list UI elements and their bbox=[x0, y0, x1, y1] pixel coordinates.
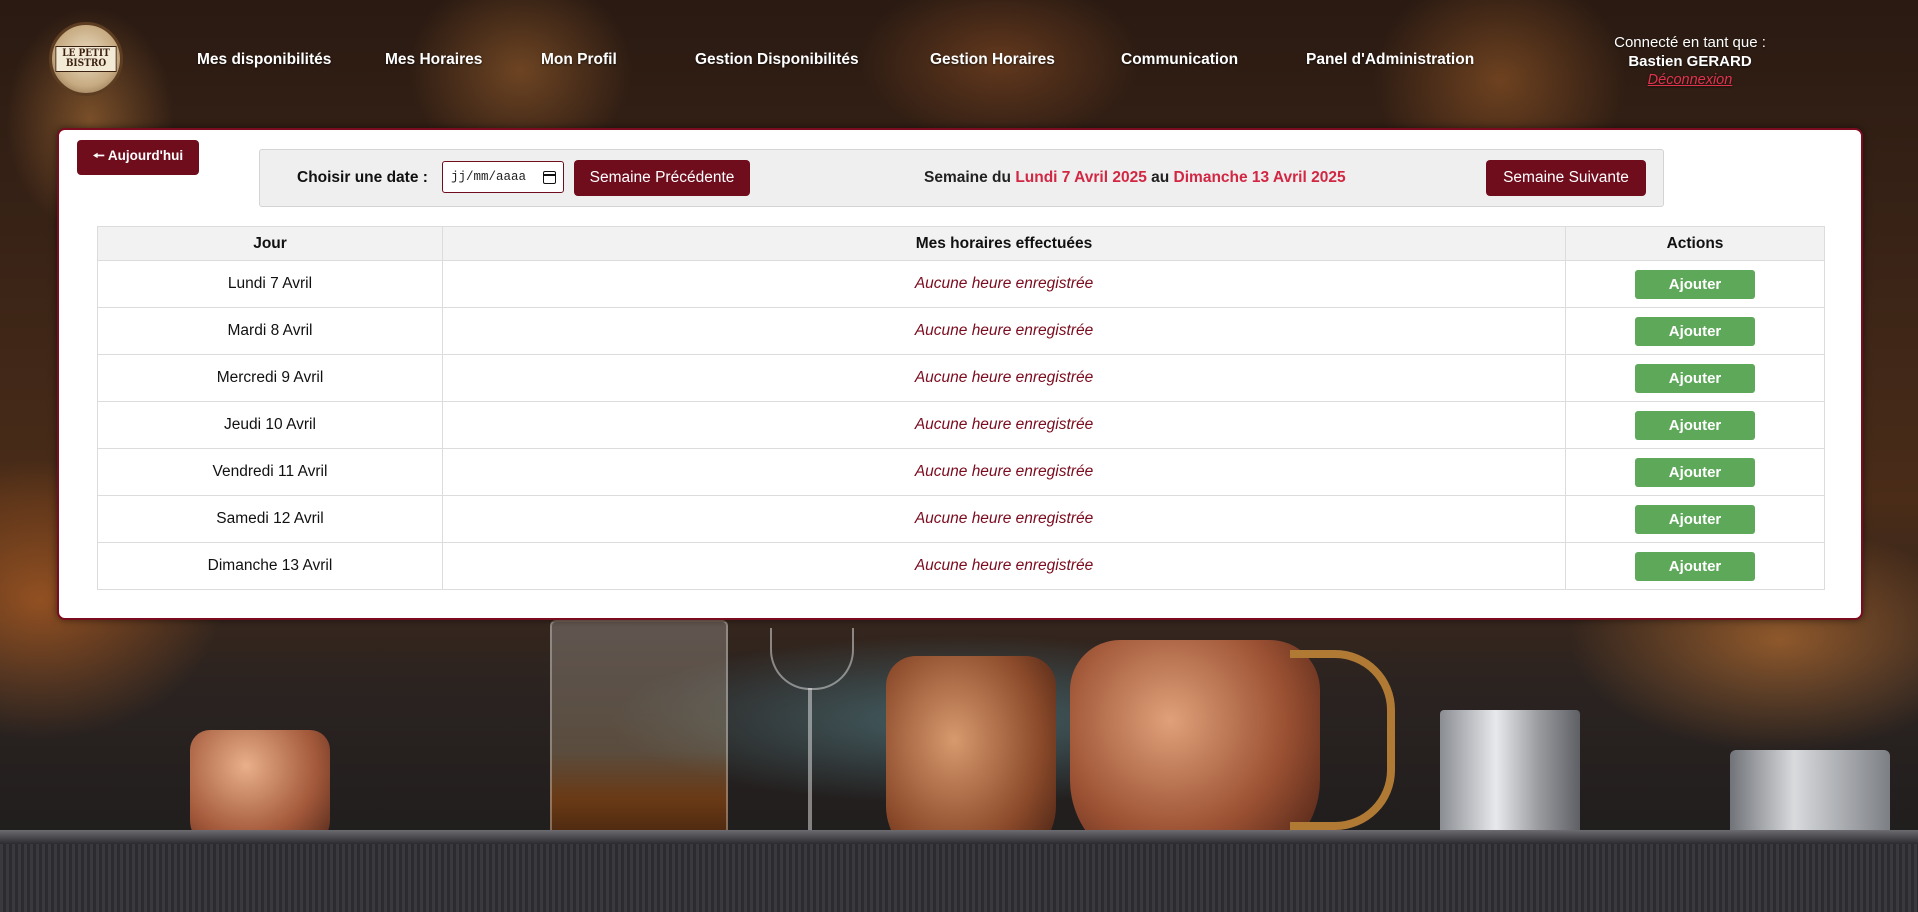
table-row: Lundi 7 Avril Aucune heure enregistrée A… bbox=[97, 260, 1825, 308]
week-middle: au bbox=[1151, 169, 1170, 186]
table-row: Jeudi 10 Avril Aucune heure enregistrée … bbox=[97, 401, 1825, 449]
actions-cell: Ajouter bbox=[1565, 542, 1825, 590]
table-row: Dimanche 13 Avril Aucune heure enregistr… bbox=[97, 542, 1825, 590]
day-cell: Vendredi 11 Avril bbox=[97, 448, 443, 496]
day-cell: Samedi 12 Avril bbox=[97, 495, 443, 543]
table-row: Mercredi 9 Avril Aucune heure enregistré… bbox=[97, 354, 1825, 402]
add-button[interactable]: Ajouter bbox=[1635, 410, 1755, 440]
table-row: Vendredi 11 Avril Aucune heure enregistr… bbox=[97, 448, 1825, 496]
logo-text: LE PETIT BISTRO bbox=[55, 46, 117, 72]
whisky-glass-image bbox=[550, 620, 728, 860]
add-button[interactable]: Ajouter bbox=[1635, 269, 1755, 299]
add-button[interactable]: Ajouter bbox=[1635, 504, 1755, 534]
week-prefix: Semaine du bbox=[924, 169, 1011, 186]
previous-week-button[interactable]: Semaine Précédente bbox=[574, 160, 750, 196]
nav-panel-administration[interactable]: Panel d'Administration bbox=[1306, 51, 1474, 69]
connected-label: Connecté en tant que : bbox=[1614, 34, 1766, 51]
nav-mes-disponibilites[interactable]: Mes disponibilités bbox=[197, 51, 331, 69]
hours-cell: Aucune heure enregistrée bbox=[442, 448, 1566, 496]
date-label: Choisir une date : bbox=[297, 169, 428, 186]
hours-cell: Aucune heure enregistrée bbox=[442, 401, 1566, 449]
column-header-day: Jour bbox=[97, 226, 443, 261]
user-name: Bastien GERARD bbox=[1628, 53, 1752, 70]
hours-cell: Aucune heure enregistrée bbox=[442, 354, 1566, 402]
nav-gestion-horaires[interactable]: Gestion Horaires bbox=[930, 51, 1055, 69]
column-header-actions: Actions bbox=[1565, 226, 1825, 261]
today-button[interactable]: 🠔 Aujourd'hui bbox=[77, 140, 199, 175]
day-cell: Jeudi 10 Avril bbox=[97, 401, 443, 449]
hours-cell: Aucune heure enregistrée bbox=[442, 542, 1566, 590]
actions-cell: Ajouter bbox=[1565, 260, 1825, 308]
week-range: Semaine du Lundi 7 Avril 2025 au Dimanch… bbox=[924, 169, 1346, 187]
actions-cell: Ajouter bbox=[1565, 448, 1825, 496]
hours-cell: Aucune heure enregistrée bbox=[442, 260, 1566, 308]
day-cell: Dimanche 13 Avril bbox=[97, 542, 443, 590]
actions-cell: Ajouter bbox=[1565, 354, 1825, 402]
add-button[interactable]: Ajouter bbox=[1635, 316, 1755, 346]
calendar-icon[interactable] bbox=[543, 171, 556, 184]
user-box: Connecté en tant que : Bastien GERARD Dé… bbox=[1600, 33, 1780, 90]
header: LE PETIT BISTRO Mes disponibilités Mes H… bbox=[0, 0, 1918, 122]
nav-mes-horaires[interactable]: Mes Horaires bbox=[385, 51, 482, 69]
day-cell: Lundi 7 Avril bbox=[97, 260, 443, 308]
add-button[interactable]: Ajouter bbox=[1635, 363, 1755, 393]
add-button[interactable]: Ajouter bbox=[1635, 457, 1755, 487]
bar-counter-image bbox=[0, 830, 1918, 912]
actions-cell: Ajouter bbox=[1565, 495, 1825, 543]
table-header-row: Jour Mes horaires effectuées Actions bbox=[97, 226, 1825, 261]
date-navigation-bar: Choisir une date : jj/mm/aaaa Semaine Pr… bbox=[259, 149, 1664, 207]
nav-gestion-disponibilites[interactable]: Gestion Disponibilités bbox=[695, 51, 859, 69]
table-row: Mardi 8 Avril Aucune heure enregistrée A… bbox=[97, 307, 1825, 355]
logo[interactable]: LE PETIT BISTRO bbox=[49, 22, 123, 96]
date-input[interactable]: jj/mm/aaaa bbox=[442, 161, 564, 193]
hours-table: Jour Mes horaires effectuées Actions Lun… bbox=[97, 226, 1825, 590]
week-start: Lundi 7 Avril 2025 bbox=[1015, 169, 1147, 186]
actions-cell: Ajouter bbox=[1565, 401, 1825, 449]
main-panel: 🠔 Aujourd'hui Choisir une date : jj/mm/a… bbox=[57, 128, 1863, 620]
day-cell: Mercredi 9 Avril bbox=[97, 354, 443, 402]
hours-cell: Aucune heure enregistrée bbox=[442, 307, 1566, 355]
nav-mon-profil[interactable]: Mon Profil bbox=[541, 51, 617, 69]
hours-cell: Aucune heure enregistrée bbox=[442, 495, 1566, 543]
add-button[interactable]: Ajouter bbox=[1635, 551, 1755, 581]
logout-link[interactable]: Déconnexion bbox=[1600, 71, 1780, 90]
week-end: Dimanche 13 Avril 2025 bbox=[1173, 169, 1346, 186]
day-cell: Mardi 8 Avril bbox=[97, 307, 443, 355]
nav-communication[interactable]: Communication bbox=[1121, 51, 1238, 69]
table-row: Samedi 12 Avril Aucune heure enregistrée… bbox=[97, 495, 1825, 543]
pitcher-handle-image bbox=[1290, 650, 1395, 830]
date-placeholder: jj/mm/aaaa bbox=[451, 170, 527, 184]
cocktail-glass-image bbox=[760, 628, 860, 858]
next-week-button[interactable]: Semaine Suivante bbox=[1486, 160, 1646, 196]
actions-cell: Ajouter bbox=[1565, 307, 1825, 355]
column-header-hours: Mes horaires effectuées bbox=[442, 226, 1566, 261]
